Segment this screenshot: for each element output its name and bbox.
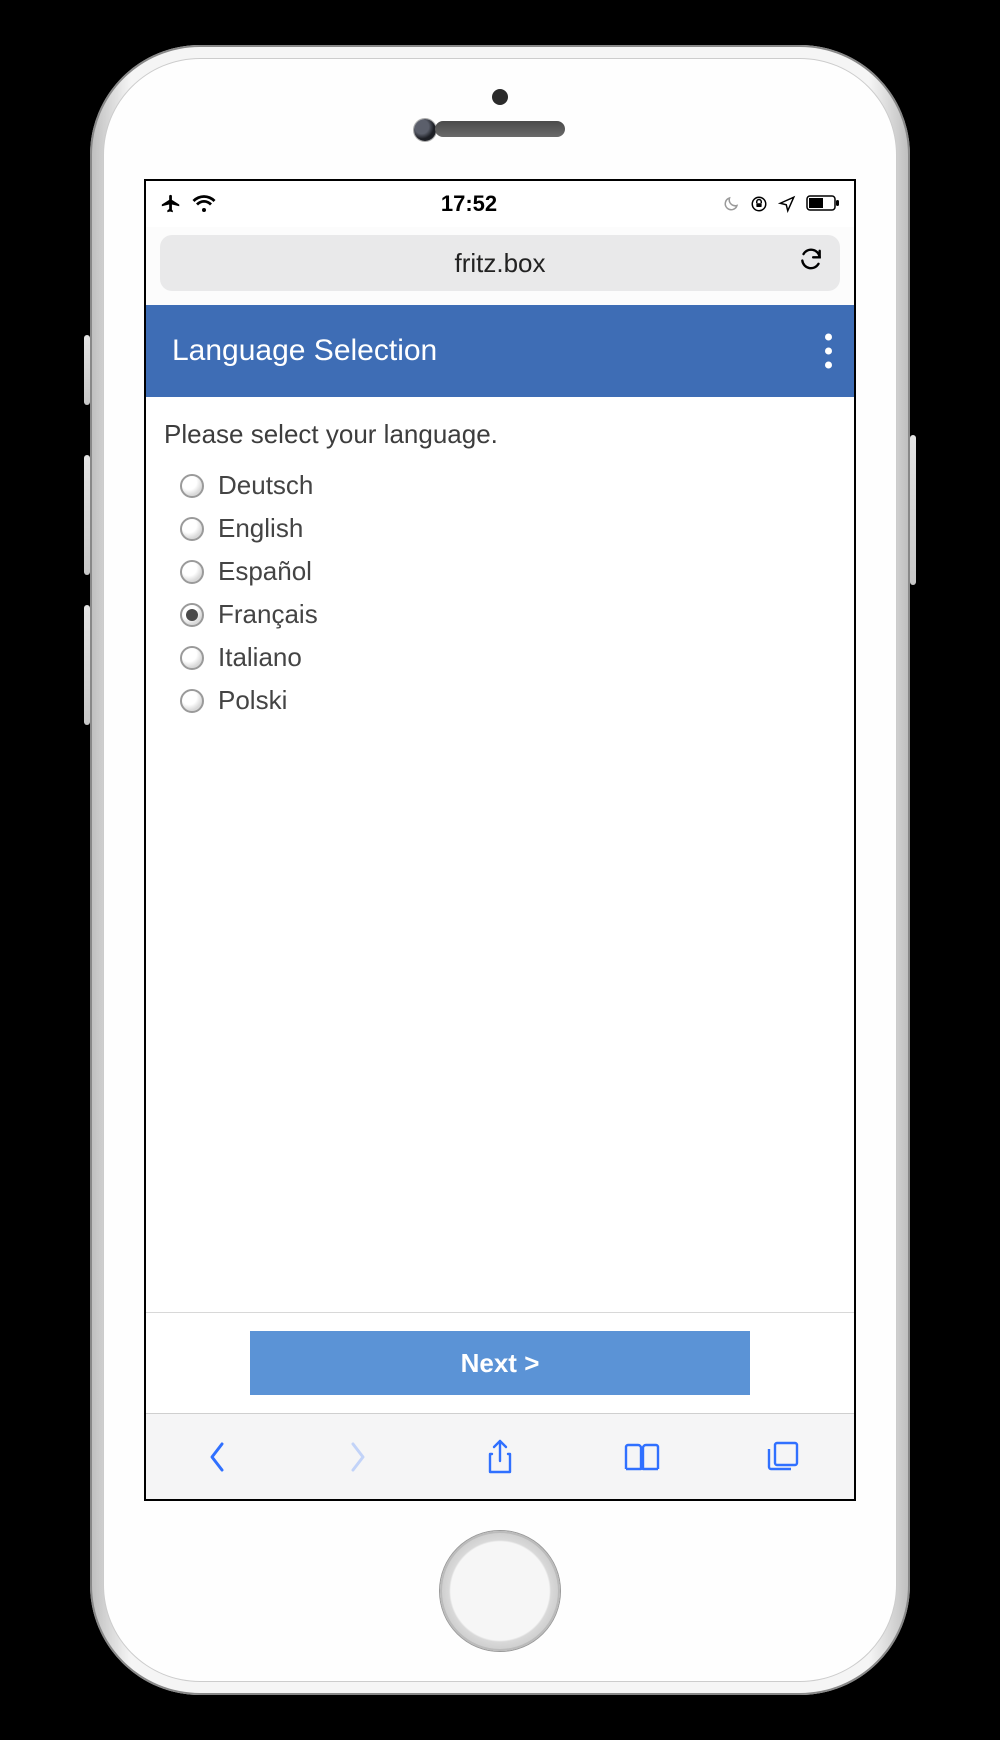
phone-body: 17:52 <box>104 59 896 1681</box>
footer-bar: Next > <box>146 1312 854 1413</box>
volume-down <box>84 605 90 725</box>
radio-icon[interactable] <box>180 689 204 713</box>
language-option[interactable]: Italiano <box>180 636 836 679</box>
language-option[interactable]: Polski <box>180 679 836 722</box>
more-menu-icon[interactable] <box>825 334 832 369</box>
orientation-lock-icon <box>750 195 768 213</box>
page-title: Language Selection <box>172 334 437 368</box>
radio-icon[interactable] <box>180 560 204 584</box>
content-area: Please select your language. Deutsch Engl… <box>146 397 854 1312</box>
language-option-label: Deutsch <box>218 470 313 501</box>
bookmarks-button[interactable] <box>622 1437 662 1477</box>
prompt-text: Please select your language. <box>164 419 836 450</box>
earpiece-speaker <box>435 121 565 137</box>
status-bar: 17:52 <box>146 181 854 227</box>
reload-icon[interactable] <box>798 247 824 280</box>
mute-switch <box>84 335 90 405</box>
battery-icon <box>806 195 840 213</box>
phone-bezel: 17:52 <box>90 45 910 1695</box>
screen: 17:52 <box>144 179 856 1501</box>
app-header: Language Selection <box>146 305 854 397</box>
radio-icon[interactable] <box>180 517 204 541</box>
language-option-label: English <box>218 513 303 544</box>
location-icon <box>778 195 796 213</box>
volume-up <box>84 455 90 575</box>
home-button[interactable] <box>440 1531 560 1651</box>
language-option[interactable]: Français <box>180 593 836 636</box>
browser-toolbar <box>146 1413 854 1499</box>
language-option-label: Español <box>218 556 312 587</box>
language-option[interactable]: Español <box>180 550 836 593</box>
language-option-label: Italiano <box>218 642 302 673</box>
language-option[interactable]: Deutsch <box>180 464 836 507</box>
next-button[interactable]: Next > <box>250 1331 750 1395</box>
address-bar-area: fritz.box <box>146 227 854 305</box>
radio-icon[interactable] <box>180 646 204 670</box>
airplane-icon <box>160 193 182 215</box>
radio-icon[interactable] <box>180 474 204 498</box>
front-camera <box>414 119 436 141</box>
language-options: Deutsch English Español Français Italiano Pol… <box>164 464 836 722</box>
wifi-icon <box>192 194 216 214</box>
language-option-label: Polski <box>218 685 287 716</box>
back-button[interactable] <box>197 1437 237 1477</box>
language-option-label: Français <box>218 599 318 630</box>
power-button <box>910 435 916 585</box>
share-button[interactable] <box>480 1437 520 1477</box>
radio-icon[interactable] <box>180 603 204 627</box>
moon-icon <box>722 195 740 213</box>
clock: 17:52 <box>216 191 722 217</box>
address-bar-domain: fritz.box <box>454 248 545 279</box>
proximity-sensor <box>492 89 508 105</box>
language-option[interactable]: English <box>180 507 836 550</box>
forward-button <box>338 1437 378 1477</box>
tabs-button[interactable] <box>763 1437 803 1477</box>
address-bar[interactable]: fritz.box <box>160 235 840 291</box>
